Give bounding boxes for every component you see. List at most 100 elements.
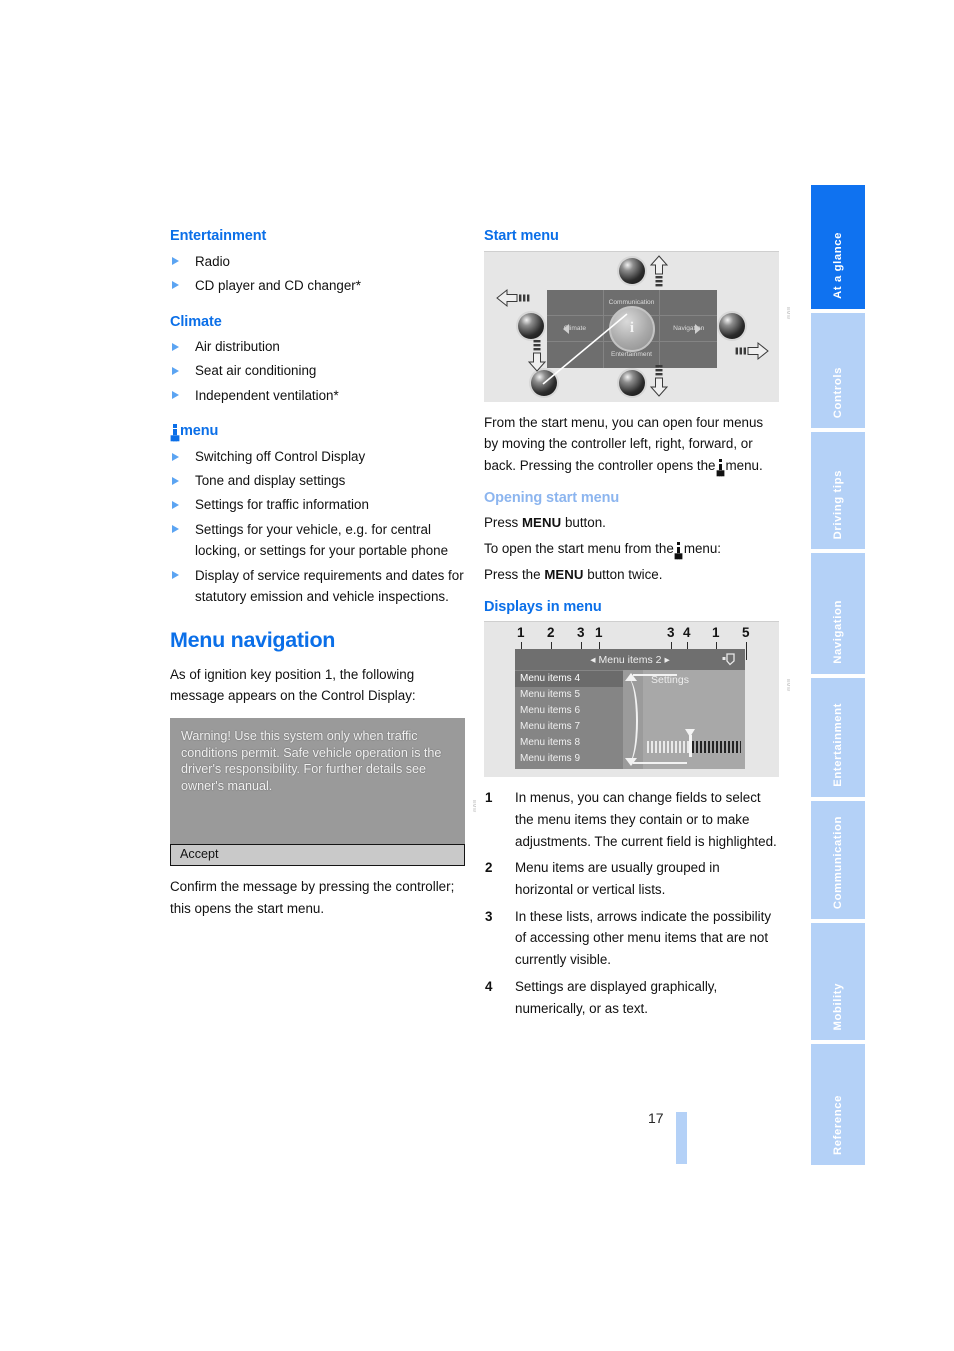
callout-note-text: Menu items are usually grouped in horizo… (515, 860, 720, 898)
list-item: Tone and display settings (170, 470, 465, 492)
sidebar-tab-label: Navigation (832, 600, 844, 664)
callout-note: 3 In these lists, arrows indicate the po… (484, 906, 779, 971)
sidebar-tab-navigation[interactable]: Navigation (811, 553, 865, 674)
opening-line-3-pre: Press the (484, 566, 541, 582)
grid-cell (660, 290, 717, 316)
callout-number: 1 (517, 625, 525, 641)
sidebar-tab-mobility[interactable]: Mobility (811, 923, 865, 1040)
displays-in-menu-figure: 1 2 3 1 3 4 1 5 ◂ Menu items 2 ▸ Menu it… (484, 621, 791, 778)
callout-note-number: 4 (485, 978, 493, 994)
start-menu-paragraph: From the start menu, you can open four m… (484, 412, 779, 477)
sidebar-tab-label: Entertainment (832, 703, 844, 787)
sidebar-tab-communication[interactable]: Communication (811, 801, 865, 919)
menu-list-item[interactable]: Menu items 8 (515, 735, 623, 751)
figure-credit: BMW (786, 306, 791, 320)
menu-list-item[interactable]: Menu items 9 (515, 751, 623, 767)
pointer-line (633, 674, 677, 676)
bullet-triangle-icon (172, 525, 179, 534)
opening-line-1-pre: Press (484, 515, 519, 531)
callout-number: 1 (595, 625, 603, 641)
heading-i-menu-label: menu (180, 423, 219, 440)
heading-i-menu: menu (170, 423, 465, 440)
sidebar-tab-label: Driving tips (832, 469, 844, 539)
callout-number: 3 (667, 625, 675, 641)
list-item: Air distribution (170, 336, 465, 358)
callout-note: 1 In menus, you can change fields to sel… (484, 787, 779, 852)
title-right-arrow-icon: ▸ (664, 653, 670, 666)
opening-line-1-post: button. (564, 515, 606, 531)
grid-label-communication: Communication (608, 298, 655, 306)
start-menu-diagram: Communication Climate Navigation Enterta… (484, 250, 779, 402)
callout-note: 4 Settings are displayed graphically, nu… (484, 976, 779, 1019)
start-menu-paragraph-tail: menu. (725, 458, 763, 474)
list-item-label: Radio (195, 253, 230, 269)
accept-button[interactable]: Accept (170, 844, 465, 866)
heading-displays-in-menu: Displays in menu (484, 598, 602, 615)
sidebar-tab-controls[interactable]: Controls (811, 313, 865, 428)
callout-note-number: 3 (485, 908, 493, 924)
info-i-icon (171, 424, 179, 437)
menu-list-item[interactable]: Menu items 4 (515, 671, 623, 688)
screen-titlebar: ◂ Menu items 2 ▸ (515, 649, 745, 671)
leader-line (746, 642, 748, 661)
list-item-label: Display of service requirements and date… (195, 567, 464, 605)
heading-climate: Climate (170, 313, 222, 330)
control-display-screen: ◂ Menu items 2 ▸ Menu items 4 Menu items… (515, 649, 745, 770)
page-number: 17 (648, 1110, 664, 1126)
sidebar-tab-label: Controls (832, 366, 844, 418)
bullet-triangle-icon (172, 342, 179, 351)
bullet-triangle-icon (172, 391, 179, 400)
intro-paragraph: As of ignition key position 1, the follo… (170, 666, 416, 704)
bullet-triangle-icon (172, 366, 179, 375)
page-number-bar (676, 1112, 687, 1164)
list-item: Display of service requirements and date… (170, 565, 465, 608)
warning-screen-figure: Warning! Use this system only when traff… (170, 718, 477, 866)
heading-start-menu: Start menu (484, 228, 559, 244)
menu-list-item[interactable]: Menu items 7 (515, 719, 623, 735)
menu-list-item[interactable]: Menu items 5 (515, 687, 623, 703)
callout-notes-list: 1 In menus, you can change fields to sel… (484, 787, 779, 1019)
menu-list-item[interactable]: Menu items 6 (515, 703, 623, 719)
callout-note-text: In menus, you can change fields to selec… (515, 790, 777, 849)
displays-in-menu-diagram: 1 2 3 1 3 4 1 5 ◂ Menu items 2 ▸ Menu it… (484, 621, 779, 778)
list-item-label: Settings for traffic information (195, 497, 369, 513)
push-back-arrow-icon (649, 364, 669, 397)
start-menu-figure: Communication Climate Navigation Enterta… (484, 250, 791, 402)
push-right-arrow-icon (735, 341, 769, 360)
list-item: Settings for traffic information (170, 494, 465, 516)
heading-entertainment: Entertainment (170, 228, 267, 244)
callout-note-number: 2 (485, 860, 493, 876)
sidebar-tab-label: Communication (832, 815, 844, 909)
controller-center-label: i (629, 320, 635, 337)
menu-items-list: Menu items 4 Menu items 5 Menu items 6 M… (515, 670, 623, 770)
list-item: Seat air conditioning (170, 360, 465, 382)
push-left-arrow-icon (496, 288, 530, 307)
menu-button-label: MENU (544, 566, 584, 582)
press-leader-line (542, 313, 628, 385)
opening-line-2: To open the start menu from the menu: (484, 538, 779, 560)
bullet-triangle-icon (172, 571, 179, 580)
callout-number: 3 (577, 625, 585, 641)
controller-knob-icon (719, 312, 745, 339)
bullet-triangle-icon (172, 476, 179, 485)
opening-line-3: Press the MENU button twice. (484, 564, 779, 586)
info-i-icon (717, 459, 725, 472)
sidebar-tab-at-a-glance[interactable]: At a glance (811, 185, 865, 309)
sidebar-tab-label: Mobility (832, 982, 844, 1030)
sidebar-tab-entertainment[interactable]: Entertainment (811, 678, 865, 797)
sidebar-tab-driving-tips[interactable]: Driving tips (811, 432, 865, 549)
opening-line-2-pre: To open the start menu from the (484, 541, 674, 557)
sidebar-tab-reference[interactable]: Reference (811, 1044, 865, 1165)
sidebar-tab-label: Reference (832, 1094, 844, 1155)
callout-number: 4 (683, 625, 691, 641)
arrow-right-icon (695, 323, 701, 334)
list-item-label: Air distribution (195, 339, 280, 355)
list-climate: Air distribution Seat air conditioning I… (170, 336, 465, 406)
list-item: Switching off Control Display (170, 446, 465, 468)
callout-note-text: In these lists, arrows indicate the poss… (515, 908, 772, 968)
screen-title: Menu items 2 (598, 653, 662, 666)
list-item-label: Tone and display settings (195, 473, 346, 489)
callout-number: 1 (712, 625, 720, 641)
callout-number: 2 (547, 625, 555, 641)
opening-line-1: Press MENU button. (484, 512, 779, 534)
